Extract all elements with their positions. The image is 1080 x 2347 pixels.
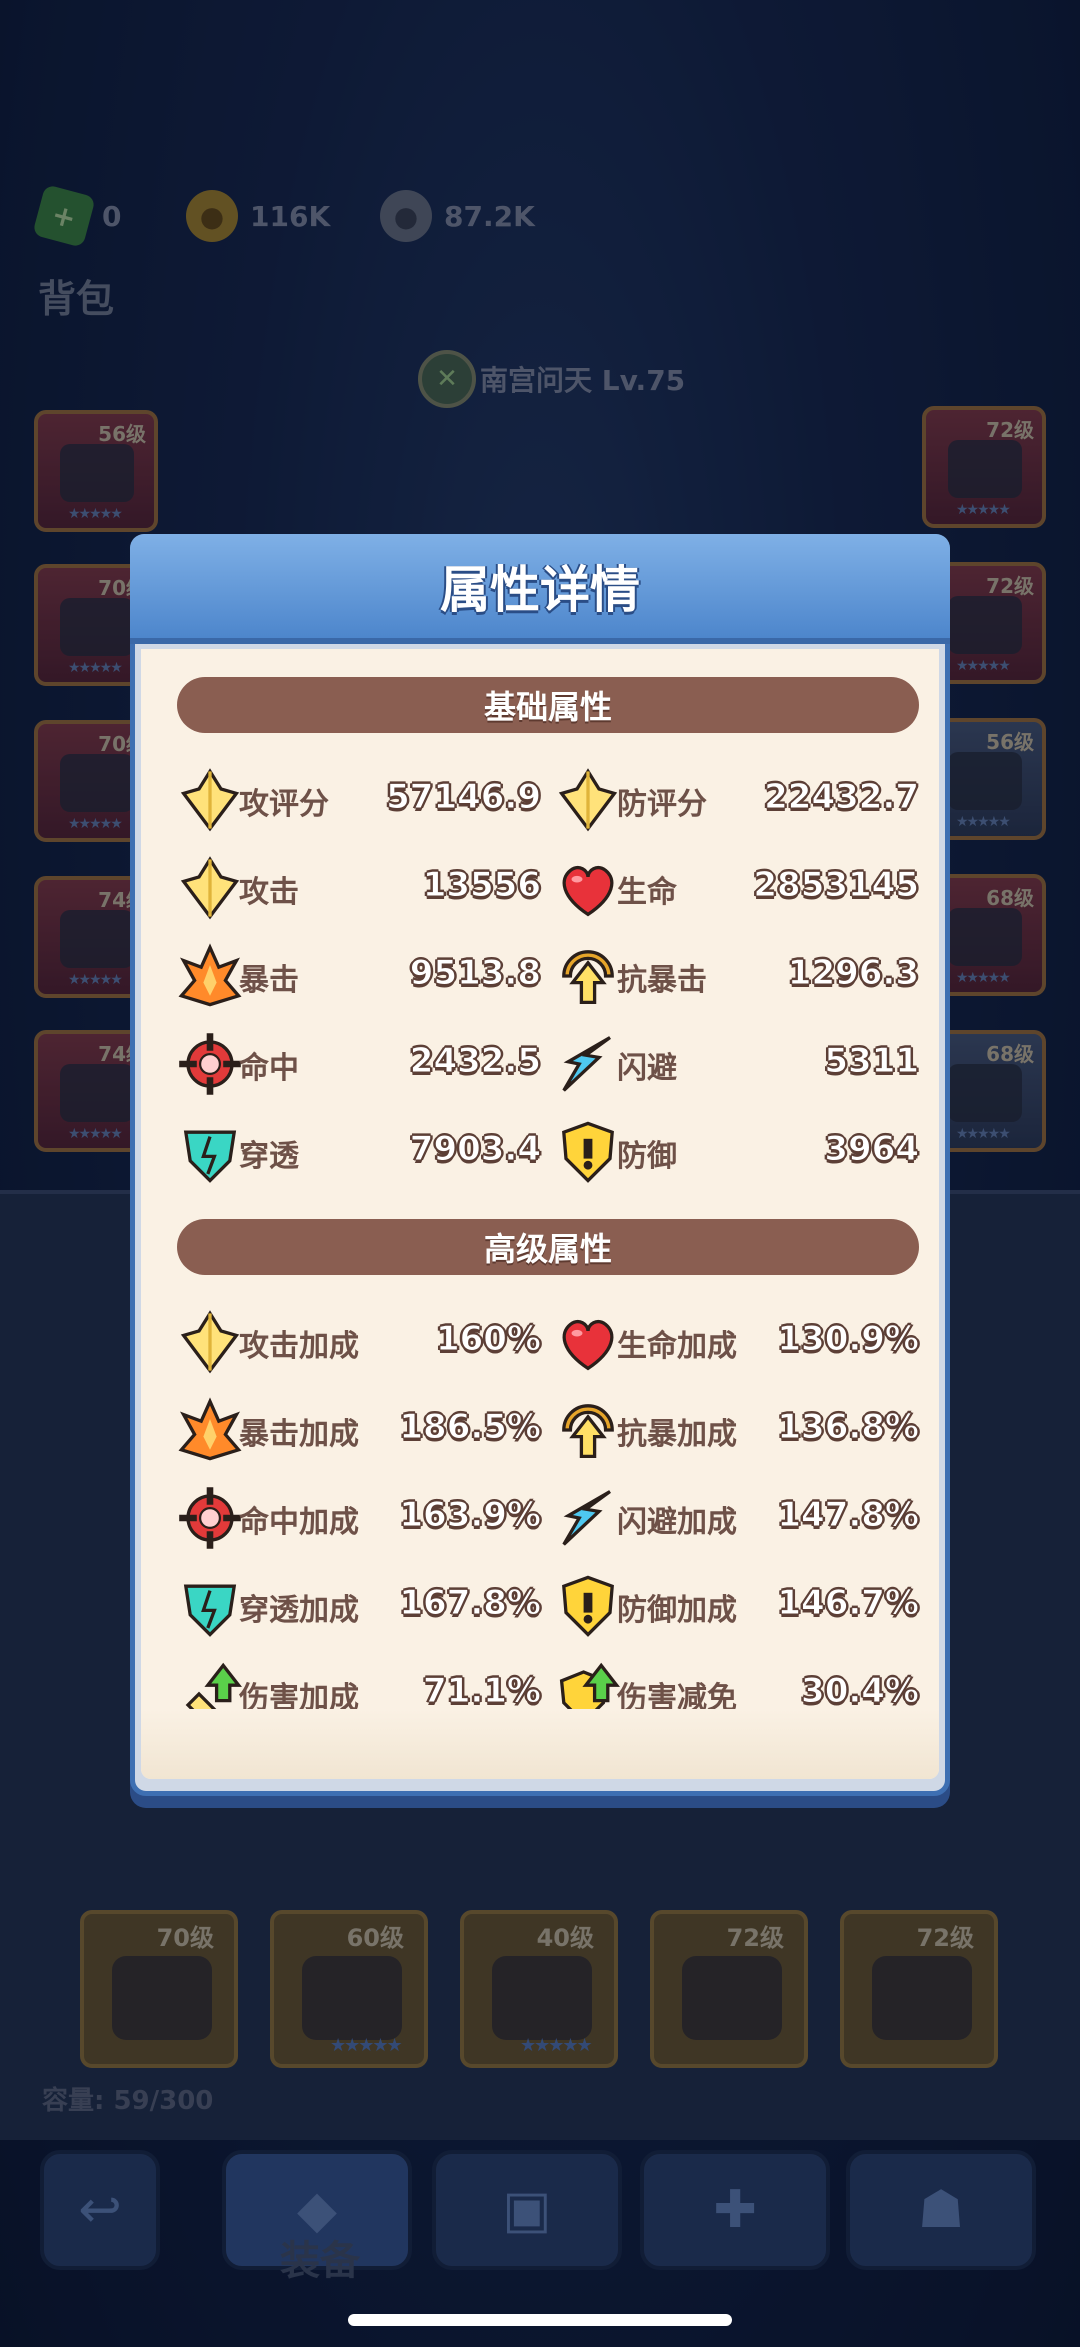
dodge-icon: [555, 1031, 621, 1097]
attribute-value: 71.1%: [423, 1671, 542, 1712]
defense-icon: [555, 1573, 621, 1639]
basic-attributes-header: 基础属性: [177, 677, 919, 733]
attribute-value: 7903.4: [409, 1129, 541, 1170]
attribute-name: 命中加成: [239, 1505, 359, 1540]
attribute-value: 3964: [824, 1129, 920, 1170]
attribute-name: 穿透: [239, 1139, 299, 1174]
attribute-row: 攻击加成 160%: [177, 1307, 542, 1377]
attribute-name: 防御加成: [617, 1593, 737, 1628]
attribute-row: 抗暴击 1296.3: [555, 941, 920, 1011]
attribute-name: 抗暴击: [617, 963, 707, 998]
attribute-row: 暴击 9513.8: [177, 941, 542, 1011]
dialog-title: 属性详情: [440, 561, 640, 619]
attribute-row: 防御加成 146.7%: [555, 1571, 919, 1641]
attribute-row: 攻击 13556: [177, 853, 542, 923]
attribute-value: 136.8%: [777, 1407, 920, 1448]
crit-icon: [177, 943, 243, 1009]
hit-icon: [177, 1485, 243, 1551]
attribute-name: 攻击: [239, 875, 299, 910]
attribute-value: 5311: [824, 1041, 920, 1082]
attribute-value: 2432.5: [409, 1041, 541, 1082]
attribute-value: 186.5%: [399, 1407, 542, 1448]
advanced-attributes-header: 高级属性: [177, 1219, 919, 1275]
dodge-icon: [555, 1485, 621, 1551]
defense-score-icon: [555, 767, 621, 833]
attribute-value: 163.9%: [399, 1495, 542, 1536]
attribute-name: 暴击: [239, 963, 299, 998]
attribute-row: 穿透 7903.4: [177, 1117, 542, 1187]
pierce-icon: [177, 1119, 243, 1185]
heart-icon: [555, 1309, 621, 1375]
hit-icon: [177, 1031, 243, 1097]
attribute-value: 57146.9: [386, 777, 542, 818]
attribute-value: 30.4%: [801, 1671, 920, 1712]
dialog-header: 属性详情: [130, 534, 950, 644]
attribute-row: 防评分 22432.7: [555, 765, 919, 835]
crit-icon: [177, 1397, 243, 1463]
attribute-name: 命中: [239, 1051, 299, 1086]
attribute-value: 167.8%: [399, 1583, 542, 1624]
attribute-row: 生命加成 130.9%: [555, 1307, 919, 1377]
attribute-row: 攻评分 57146.9: [177, 765, 541, 835]
attribute-name: 生命: [617, 875, 677, 910]
attribute-name: 闪避加成: [617, 1505, 737, 1540]
attribute-name: 闪避: [617, 1051, 677, 1086]
attack-score-icon: [177, 767, 243, 833]
attribute-name: 暴击加成: [239, 1417, 359, 1452]
dialog-body: 基础属性 攻评分 57146.9 防评分 22432.7 攻击 13556 生命 285314…: [141, 649, 939, 1779]
attribute-name: 穿透加成: [239, 1593, 359, 1628]
attribute-row: 命中加成 163.9%: [177, 1483, 541, 1553]
attack-icon: [177, 855, 243, 921]
attribute-name: 防评分: [617, 787, 707, 822]
attribute-value: 9513.8: [409, 953, 541, 994]
attribute-value: 130.9%: [777, 1319, 920, 1360]
attribute-row: 闪避加成 147.8%: [555, 1483, 919, 1553]
attribute-value: 2853145: [753, 865, 920, 906]
attribute-value: 13556: [422, 865, 541, 906]
attribute-value: 22432.7: [764, 777, 920, 818]
attack-icon: [177, 1309, 243, 1375]
anti-crit-icon: [555, 1397, 621, 1463]
attribute-row: 抗暴加成 136.8%: [555, 1395, 919, 1465]
home-indicator[interactable]: [348, 2314, 732, 2326]
attribute-row: 暴击加成 186.5%: [177, 1395, 541, 1465]
attribute-value: 147.8%: [777, 1495, 920, 1536]
attribute-row: 闪避 5311: [555, 1029, 919, 1099]
anti-crit-icon: [555, 943, 621, 1009]
attribute-value: 160%: [435, 1319, 541, 1360]
attribute-row: 穿透加成 167.8%: [177, 1571, 541, 1641]
pierce-icon: [177, 1573, 243, 1639]
heart-icon: [555, 855, 621, 921]
attribute-detail-dialog: 属性详情 基础属性 攻评分 57146.9 防评分 22432.7 攻击 13556 生命 2…: [130, 534, 950, 1796]
advanced-attributes-title: 高级属性: [483, 1230, 612, 1268]
dialog-footer-decoration: [141, 1709, 939, 1779]
defense-icon: [555, 1119, 621, 1185]
attribute-value: 1296.3: [787, 953, 919, 994]
attribute-value: 146.7%: [777, 1583, 920, 1624]
attribute-name: 攻评分: [239, 787, 329, 822]
attribute-row: 防御 3964: [555, 1117, 919, 1187]
attribute-name: 攻击加成: [239, 1329, 359, 1364]
attribute-name: 防御: [617, 1139, 677, 1174]
attribute-name: 抗暴加成: [617, 1417, 737, 1452]
attribute-name: 生命加成: [617, 1329, 737, 1364]
attribute-row: 生命 2853145: [555, 853, 919, 923]
attribute-row: 命中 2432.5: [177, 1029, 542, 1099]
basic-attributes-title: 基础属性: [483, 688, 612, 726]
